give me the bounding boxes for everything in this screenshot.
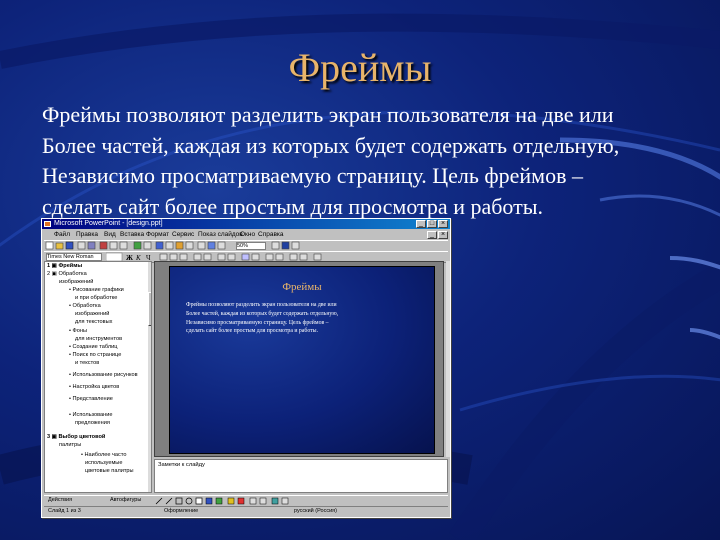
- close-icon: ×: [438, 220, 448, 228]
- slide-preview-title: Фреймы: [282, 281, 322, 293]
- status-language: русский (Россия): [294, 508, 337, 514]
- toolbar-icons-2: [271, 241, 300, 250]
- drawing-toolbar: Действия Автофигуры: [44, 495, 448, 506]
- menu-item: Показ слайдов: [198, 231, 243, 238]
- outline-line: • Поиск по странице: [69, 352, 122, 358]
- outline-line: изображений: [59, 279, 94, 285]
- powerpoint-icon: [44, 221, 51, 227]
- menu-item: Правка: [76, 231, 98, 238]
- slide-preview-line: Независимо просматриваемую страницу. Цел…: [186, 319, 329, 326]
- status-design: Оформление: [164, 508, 199, 514]
- menu-item: Формат: [146, 231, 170, 238]
- outline-line: 2 ▣ Обработка: [47, 271, 87, 277]
- outline-line: и при обработке: [75, 295, 118, 301]
- zoom-box: 50%: [236, 242, 266, 250]
- drawing-icons: [155, 497, 289, 505]
- window-title: Microsoft PowerPoint - [design.ppt]: [54, 220, 163, 227]
- notes-text: Заметки к слайду: [158, 462, 205, 468]
- outline-line: изображений: [75, 311, 110, 317]
- autoshapes-label: Автофигуры: [110, 497, 142, 503]
- outline-line: 1 ▣ Фреймы: [47, 263, 83, 269]
- powerpoint-window-screenshot: Microsoft PowerPoint - [design.ppt] _ □ …: [41, 218, 451, 518]
- slide-title: Фреймы: [288, 45, 432, 90]
- menu-bar: Файл Правка Вид Вставка Формат Сервис По…: [42, 230, 450, 240]
- slide-preview-line: Более частей, каждая из которых будет со…: [186, 310, 339, 317]
- status-slide: Слайд 1 из 3: [48, 508, 81, 514]
- menu-item: Вставка: [120, 231, 145, 238]
- slide-preview: Фреймы Фреймы позволяют разделить экран …: [169, 266, 435, 454]
- doc-close-icon: ×: [438, 231, 448, 239]
- outline-line: 3 ▣ Выбор цветовой: [47, 434, 106, 440]
- slide-preview-line: сделать сайт более простым для просмотра…: [186, 328, 319, 335]
- menu-item: Файл: [54, 231, 70, 238]
- menu-item: Вид: [104, 231, 116, 238]
- outline-pane: 1 ▣ Фреймы 2 ▣ Обработка изображений • Р…: [44, 261, 152, 493]
- menu-item: Окно: [240, 231, 256, 238]
- body-line: Независимо просматриваемую страницу. Цел…: [42, 163, 583, 188]
- outline-line: для инструментов: [75, 336, 123, 342]
- status-bar: Слайд 1 из 3 Оформление русский (Россия): [44, 506, 448, 516]
- doc-minimize-icon: _: [427, 231, 437, 239]
- outline-line: • Наиболее часто: [81, 452, 127, 458]
- slide-preview-line: Фреймы позволяют разделить экран пользов…: [186, 302, 337, 308]
- slide-scrollbar: [446, 261, 450, 457]
- outline-scroll-thumb: [148, 292, 151, 326]
- outline-line: • Фоны: [69, 328, 87, 334]
- outline-line: • Настройка цветов: [69, 384, 120, 390]
- outline-line: предложения: [75, 420, 110, 426]
- menu-item: Сервис: [172, 231, 195, 238]
- outline-line: и текстов: [75, 360, 100, 366]
- outline-line: цветовые палитры: [85, 468, 134, 474]
- outline-line: • Использование: [69, 412, 113, 418]
- slide-pane: Фреймы Фреймы позволяют разделить экран …: [154, 261, 444, 457]
- outline-line: • Представление: [69, 396, 113, 402]
- outline-line: • Использование рисунков: [69, 372, 138, 378]
- body-line: Фреймы позволяют разделить экран пользов…: [42, 102, 614, 127]
- window-titlebar: Microsoft PowerPoint - [design.ppt] _ □ …: [42, 219, 450, 229]
- minimize-icon: _: [416, 220, 426, 228]
- notes-pane: Заметки к слайду: [154, 459, 448, 493]
- menu-item: Справка: [258, 231, 284, 238]
- outline-line: • Обработка: [69, 303, 101, 309]
- outline-scrollbar: [148, 262, 151, 492]
- outline-line: • Рисование графики: [69, 287, 124, 293]
- slide-body: Фреймы позволяют разделить экран пользов…: [42, 100, 702, 222]
- outline-line: палитры: [59, 442, 82, 448]
- slide-preview-body: Фреймы позволяют разделить экран пользов…: [186, 301, 338, 336]
- outline-line: • Создание таблиц: [69, 344, 118, 350]
- maximize-icon: □: [427, 220, 437, 228]
- body-line: Более частей, каждая из которых будет со…: [42, 132, 620, 158]
- draw-label: Действия: [48, 497, 73, 503]
- font-box: Times New Roman: [46, 253, 102, 261]
- outline-line: используемые: [85, 460, 123, 466]
- outline-line: для текстовых: [75, 319, 113, 325]
